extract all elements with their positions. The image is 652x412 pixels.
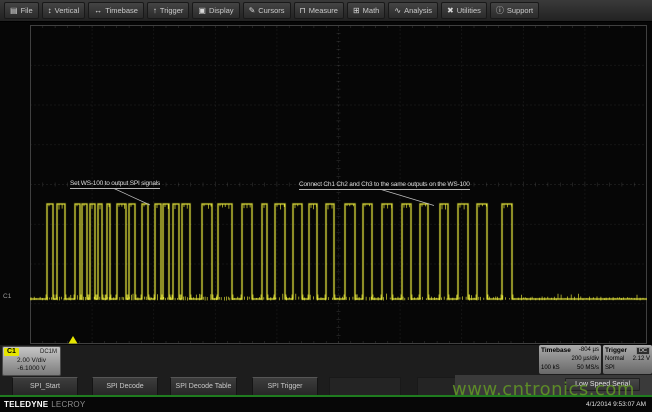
brand-logo: TELEDYNELECROY [4, 400, 85, 409]
trigger-descriptor[interactable]: Trigger DC Normal 2.12 V SPI [603, 345, 652, 374]
spi-decode-button[interactable]: SPI Decode [92, 377, 158, 396]
watermark-text: www.cntronics.com [452, 379, 635, 400]
annotation-connect-channels: Connect Ch1 Ch2 and Ch3 to the same outp… [299, 181, 470, 190]
timebase-icon: ↔ [94, 7, 102, 15]
datetime-display: 4/1/2014 9:53:07 AM [586, 401, 646, 408]
menu-math[interactable]: ⊞Math [347, 2, 385, 19]
spi-decode-table-button[interactable]: SPI Decode Table [170, 377, 237, 396]
menu-trigger[interactable]: ↑Trigger [147, 2, 189, 19]
trigger-level: 2.12 V [633, 355, 650, 364]
channel-edge-label: C1 [3, 293, 11, 300]
menu-vertical[interactable]: ↕Vertical [42, 2, 86, 19]
analysis-icon: ∿ [394, 7, 401, 15]
brand-lecroy: LECROY [51, 400, 85, 409]
menu-file[interactable]: ▤File [4, 2, 39, 19]
menu-analysis[interactable]: ∿Analysis [388, 2, 438, 19]
menu-support[interactable]: ⓘSupport [490, 2, 539, 19]
trigger-position-marker[interactable] [69, 336, 78, 344]
spi-trigger-button[interactable]: SPI Trigger [252, 377, 318, 396]
menu-vertical-label: Vertical [55, 6, 80, 15]
timebase-title: Timebase [541, 346, 571, 355]
support-icon: ⓘ [496, 7, 504, 15]
trigger-mode: Normal [605, 355, 624, 364]
channel-badge: C1 [4, 348, 19, 356]
timebase-scale: 200 µs/div [572, 355, 599, 364]
annotation1-pointer-line [114, 189, 150, 206]
menu-cursors-label: Cursors [258, 6, 284, 15]
waveform-noise [31, 204, 643, 301]
menu-trigger-label: Trigger [160, 6, 183, 15]
menu-measure[interactable]: ⊓Measure [294, 2, 344, 19]
timebase-delay: -804 µs [579, 346, 599, 355]
menu-display-label: Display [209, 6, 234, 15]
spi-start-button[interactable]: SPI_Start [12, 377, 78, 396]
file-icon: ▤ [10, 7, 18, 15]
utilities-icon: ✖ [447, 7, 454, 15]
timebase-descriptor[interactable]: Timebase -804 µs 200 µs/div 100 kS 50 MS/s [539, 345, 601, 374]
menu-utilities-label: Utilities [457, 6, 481, 15]
channel-coupling: DC1M [40, 348, 57, 356]
waveform-display-area: Set WS-100 to output SPI signals Connect… [0, 22, 652, 345]
empty-button-slot [329, 377, 401, 396]
display-icon: ▣ [198, 7, 206, 15]
menu-display[interactable]: ▣Display [192, 2, 239, 19]
timebase-rate: 50 MS/s [577, 364, 599, 373]
timebase-samples: 100 kS [541, 364, 560, 373]
measure-icon: ⊓ [300, 7, 306, 15]
vertical-icon: ↕ [48, 7, 52, 15]
math-icon: ⊞ [353, 7, 360, 15]
trigger-coupling-chip: DC [636, 347, 650, 355]
channel-descriptor-c1[interactable]: C1 DC1M 2.00 V/div -6.1000 V [2, 346, 61, 376]
menu-measure-label: Measure [309, 6, 338, 15]
trigger-type: SPI [605, 364, 615, 373]
menu-timebase[interactable]: ↔Timebase [88, 2, 144, 19]
menu-timebase-label: Timebase [105, 6, 138, 15]
trigger-title: Trigger [605, 346, 627, 355]
channel-offset: -6.1000 V [3, 365, 60, 373]
annotation-set-ws100: Set WS-100 to output SPI signals [70, 180, 160, 189]
menu-analysis-label: Analysis [404, 6, 432, 15]
trigger-icon: ↑ [153, 7, 157, 15]
menu-cursors[interactable]: ✎Cursors [243, 2, 291, 19]
menu-file-label: File [21, 6, 33, 15]
menu-bar: ▤File ↕Vertical ↔Timebase ↑Trigger ▣Disp… [0, 0, 652, 22]
menu-support-label: Support [507, 6, 533, 15]
menu-math-label: Math [363, 6, 380, 15]
cursors-icon: ✎ [249, 7, 256, 15]
channel-scale: 2.00 V/div [3, 357, 60, 365]
brand-teledyne: TELEDYNE [4, 400, 48, 409]
menu-utilities[interactable]: ✖Utilities [441, 2, 487, 19]
